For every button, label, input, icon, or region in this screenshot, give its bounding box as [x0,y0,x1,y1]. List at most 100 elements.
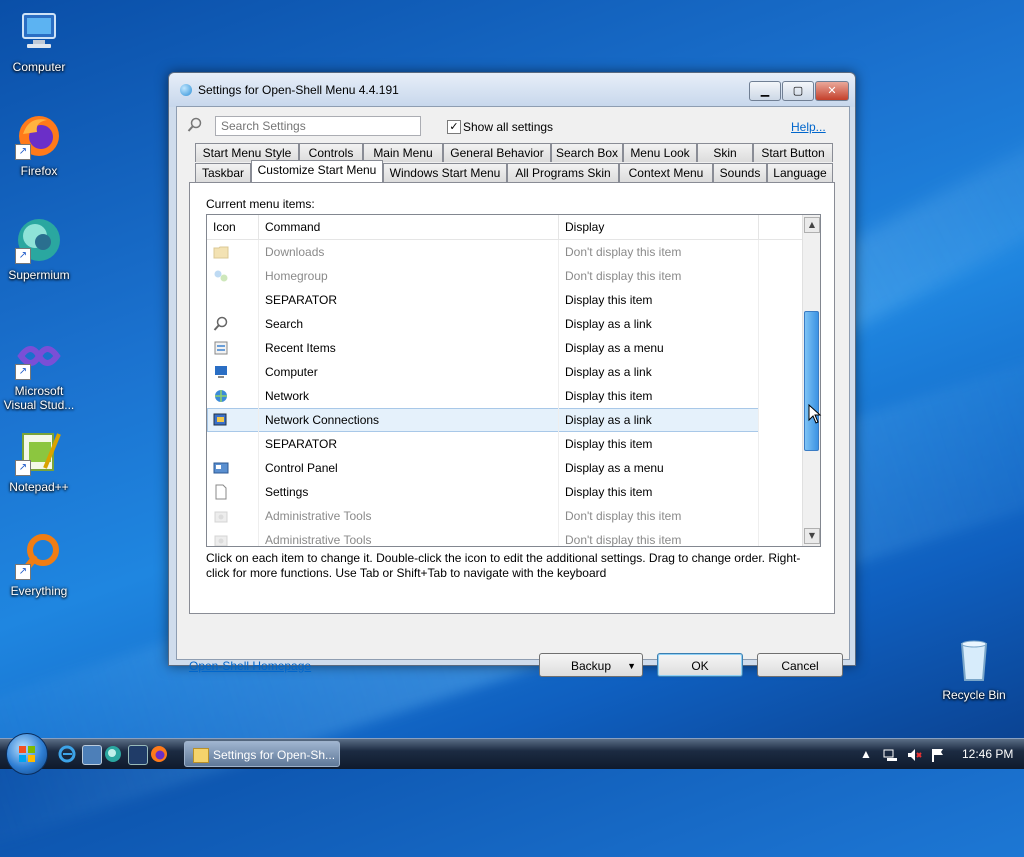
tab-search-box[interactable]: Search Box [551,143,623,162]
tab-all-programs-skin[interactable]: All Programs Skin [507,163,619,182]
row-icon-cell[interactable] [207,264,259,288]
tab-skin[interactable]: Skin [697,143,753,162]
list-item[interactable]: Settings Display this item [207,480,803,504]
row-icon-cell[interactable] [207,456,259,480]
show-all-checkbox[interactable]: ✓ [447,120,461,134]
row-icon-cell[interactable] [207,240,259,264]
minimize-button[interactable]: ▁ [749,81,781,101]
show-hidden-icons-button[interactable]: ▲ [860,739,872,769]
backup-button[interactable]: Backup ▼ [539,653,643,677]
internet-explorer-icon[interactable] [58,745,76,763]
column-header-command[interactable]: Command [259,215,559,239]
tab-language[interactable]: Language [767,163,833,182]
scroll-up-icon[interactable]: ▲ [804,217,820,233]
list-item[interactable]: Administrative Tools Don't display this i… [207,528,803,546]
search-icon [213,316,229,332]
row-display: Display as a menu [559,336,759,360]
firefox-taskbar-icon[interactable] [150,745,168,763]
tab-menu-look[interactable]: Menu Look [623,143,697,162]
network-tray-icon[interactable] [882,739,898,769]
list-scrollbar[interactable]: ▲ ▼ [802,215,820,546]
row-icon-cell[interactable] [207,384,259,408]
action-center-flag-icon[interactable] [930,739,946,769]
row-icon-cell[interactable] [207,528,259,546]
ok-button[interactable]: OK [657,653,743,677]
row-display: Display as a link [559,360,759,384]
tab-sounds[interactable]: Sounds [713,163,767,182]
desktop-icon-recycle-bin[interactable]: Recycle Bin [936,636,1012,702]
list-item[interactable]: Administrative Tools Don't display this i… [207,504,803,528]
list-item[interactable]: Downloads Don't display this item [207,240,803,264]
show-desktop-icon[interactable] [82,745,102,765]
row-display: Don't display this item [559,504,759,528]
list-item[interactable]: Homegroup Don't display this item [207,264,803,288]
computer-icon [15,8,63,56]
list-item[interactable]: SEPARATOR Display this item [207,288,803,312]
row-display: Display as a link [559,312,759,336]
list-item[interactable]: Recent Items Display as a menu [207,336,803,360]
row-icon-cell[interactable] [207,312,259,336]
tab-context-menu[interactable]: Context Menu [619,163,713,182]
shortcut-arrow-icon: ↗ [15,564,31,580]
row-command: Control Panel [259,456,559,480]
desktop-icon-label: Everything [10,584,68,598]
dropdown-arrow-icon: ▼ [627,661,636,671]
desktop-icon-computer[interactable]: Computer [1,8,77,74]
clock[interactable]: 12:46 PM [962,739,1013,769]
admin-tools-icon [213,532,229,546]
list-item[interactable]: Network Connections Display as a link [207,408,803,432]
tab-general-behavior[interactable]: General Behavior [443,143,551,162]
row-icon-cell[interactable] [207,408,259,432]
desktop-icon-firefox[interactable]: ↗ Firefox [1,112,77,178]
list-item[interactable]: SEPARATOR Display this item [207,432,803,456]
list-item[interactable]: Network Display this item [207,384,803,408]
desktop-icon-notepadpp[interactable]: ↗ Notepad++ [1,428,77,494]
row-icon-cell[interactable] [207,504,259,528]
row-display: Display as a link [559,408,759,432]
row-display: Display as a menu [559,456,759,480]
homepage-link[interactable]: Open-Shell Homepage [189,659,311,673]
command-prompt-icon[interactable] [128,745,148,765]
list-item[interactable]: Search Display as a link [207,312,803,336]
row-icon-cell[interactable] [207,360,259,384]
help-link[interactable]: Help... [791,120,826,134]
list-item[interactable]: Computer Display as a link [207,360,803,384]
show-all-label[interactable]: Show all settings [463,120,553,134]
column-header-display[interactable]: Display [559,215,759,239]
firefox-icon: ↗ [15,112,63,160]
scroll-thumb[interactable] [804,311,819,451]
row-icon-cell[interactable] [207,336,259,360]
row-command: Network Connections [259,408,559,432]
row-icon-cell[interactable] [207,432,259,456]
row-command: Settings [259,480,559,504]
menu-items-list[interactable]: Icon Command Display Downloads Don't disp… [206,214,821,547]
row-icon-cell[interactable] [207,480,259,504]
desktop-icon-everything[interactable]: ↗ Everything [1,532,77,598]
maximize-button[interactable]: ▢ [782,81,814,101]
close-icon: ✕ [827,84,837,97]
volume-muted-icon[interactable] [906,739,922,769]
tab-taskbar[interactable]: Taskbar [195,163,251,182]
shortcut-arrow-icon: ↗ [15,460,31,476]
tab-customize-start-menu[interactable]: Customize Start Menu [251,160,383,182]
tab-start-button[interactable]: Start Button [753,143,833,162]
row-display: Don't display this item [559,528,759,546]
close-button[interactable]: ✕ [815,81,849,101]
desktop-icon-visual-studio[interactable]: ↗ Microsoft Visual Stud... [1,332,77,412]
folder-icon [193,748,209,763]
title-bar[interactable]: Settings for Open-Shell Menu 4.4.191 ▁ ▢… [169,73,855,107]
start-button[interactable] [6,733,48,775]
row-icon-cell[interactable] [207,288,259,312]
windows-logo-icon [19,746,35,762]
column-header-icon[interactable]: Icon [207,215,259,239]
list-item[interactable]: Control Panel Display as a menu [207,456,803,480]
supermium-taskbar-icon[interactable] [104,745,122,763]
scroll-down-icon[interactable]: ▼ [804,528,820,544]
taskbar-window-button[interactable]: Settings for Open-Sh... [184,741,340,767]
recent-items-icon [213,340,229,356]
desktop-icon-supermium[interactable]: ↗ Supermium [1,216,77,282]
search-input[interactable] [215,116,421,136]
tab-windows-start-menu[interactable]: Windows Start Menu [383,163,507,182]
window-title: Settings for Open-Shell Menu 4.4.191 [198,83,399,97]
cancel-button[interactable]: Cancel [757,653,843,677]
